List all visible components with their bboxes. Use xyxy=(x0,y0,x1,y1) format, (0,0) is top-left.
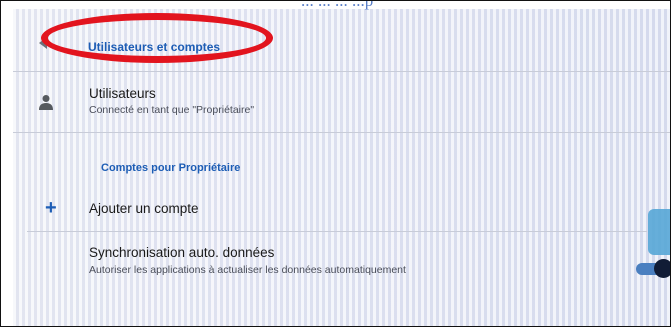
add-account-button[interactable]: Ajouter un compte xyxy=(89,201,199,216)
accounts-section-label: Comptes pour Propriétaire xyxy=(101,162,241,174)
screen-reflection xyxy=(648,209,670,255)
users-item-title[interactable]: Utilisateurs xyxy=(89,86,156,101)
person-icon xyxy=(39,95,53,110)
top-caption: ... ... ... ...p xyxy=(301,0,374,10)
sync-subtitle: Autoriser les applications à actualiser … xyxy=(89,264,406,276)
header-divider xyxy=(13,71,670,72)
red-annotation-ellipse xyxy=(41,13,273,63)
plus-icon[interactable]: + xyxy=(45,197,57,220)
users-item-subtitle: Connecté en tant que "Propriétaire" xyxy=(89,104,255,116)
sync-title[interactable]: Synchronisation auto. données xyxy=(89,245,274,260)
add-account-divider xyxy=(27,231,647,232)
sync-toggle-thumb[interactable] xyxy=(654,259,670,278)
photo-frame: Utilisateurs et comptes Utilisateurs Con… xyxy=(0,0,671,327)
users-divider xyxy=(13,132,670,133)
